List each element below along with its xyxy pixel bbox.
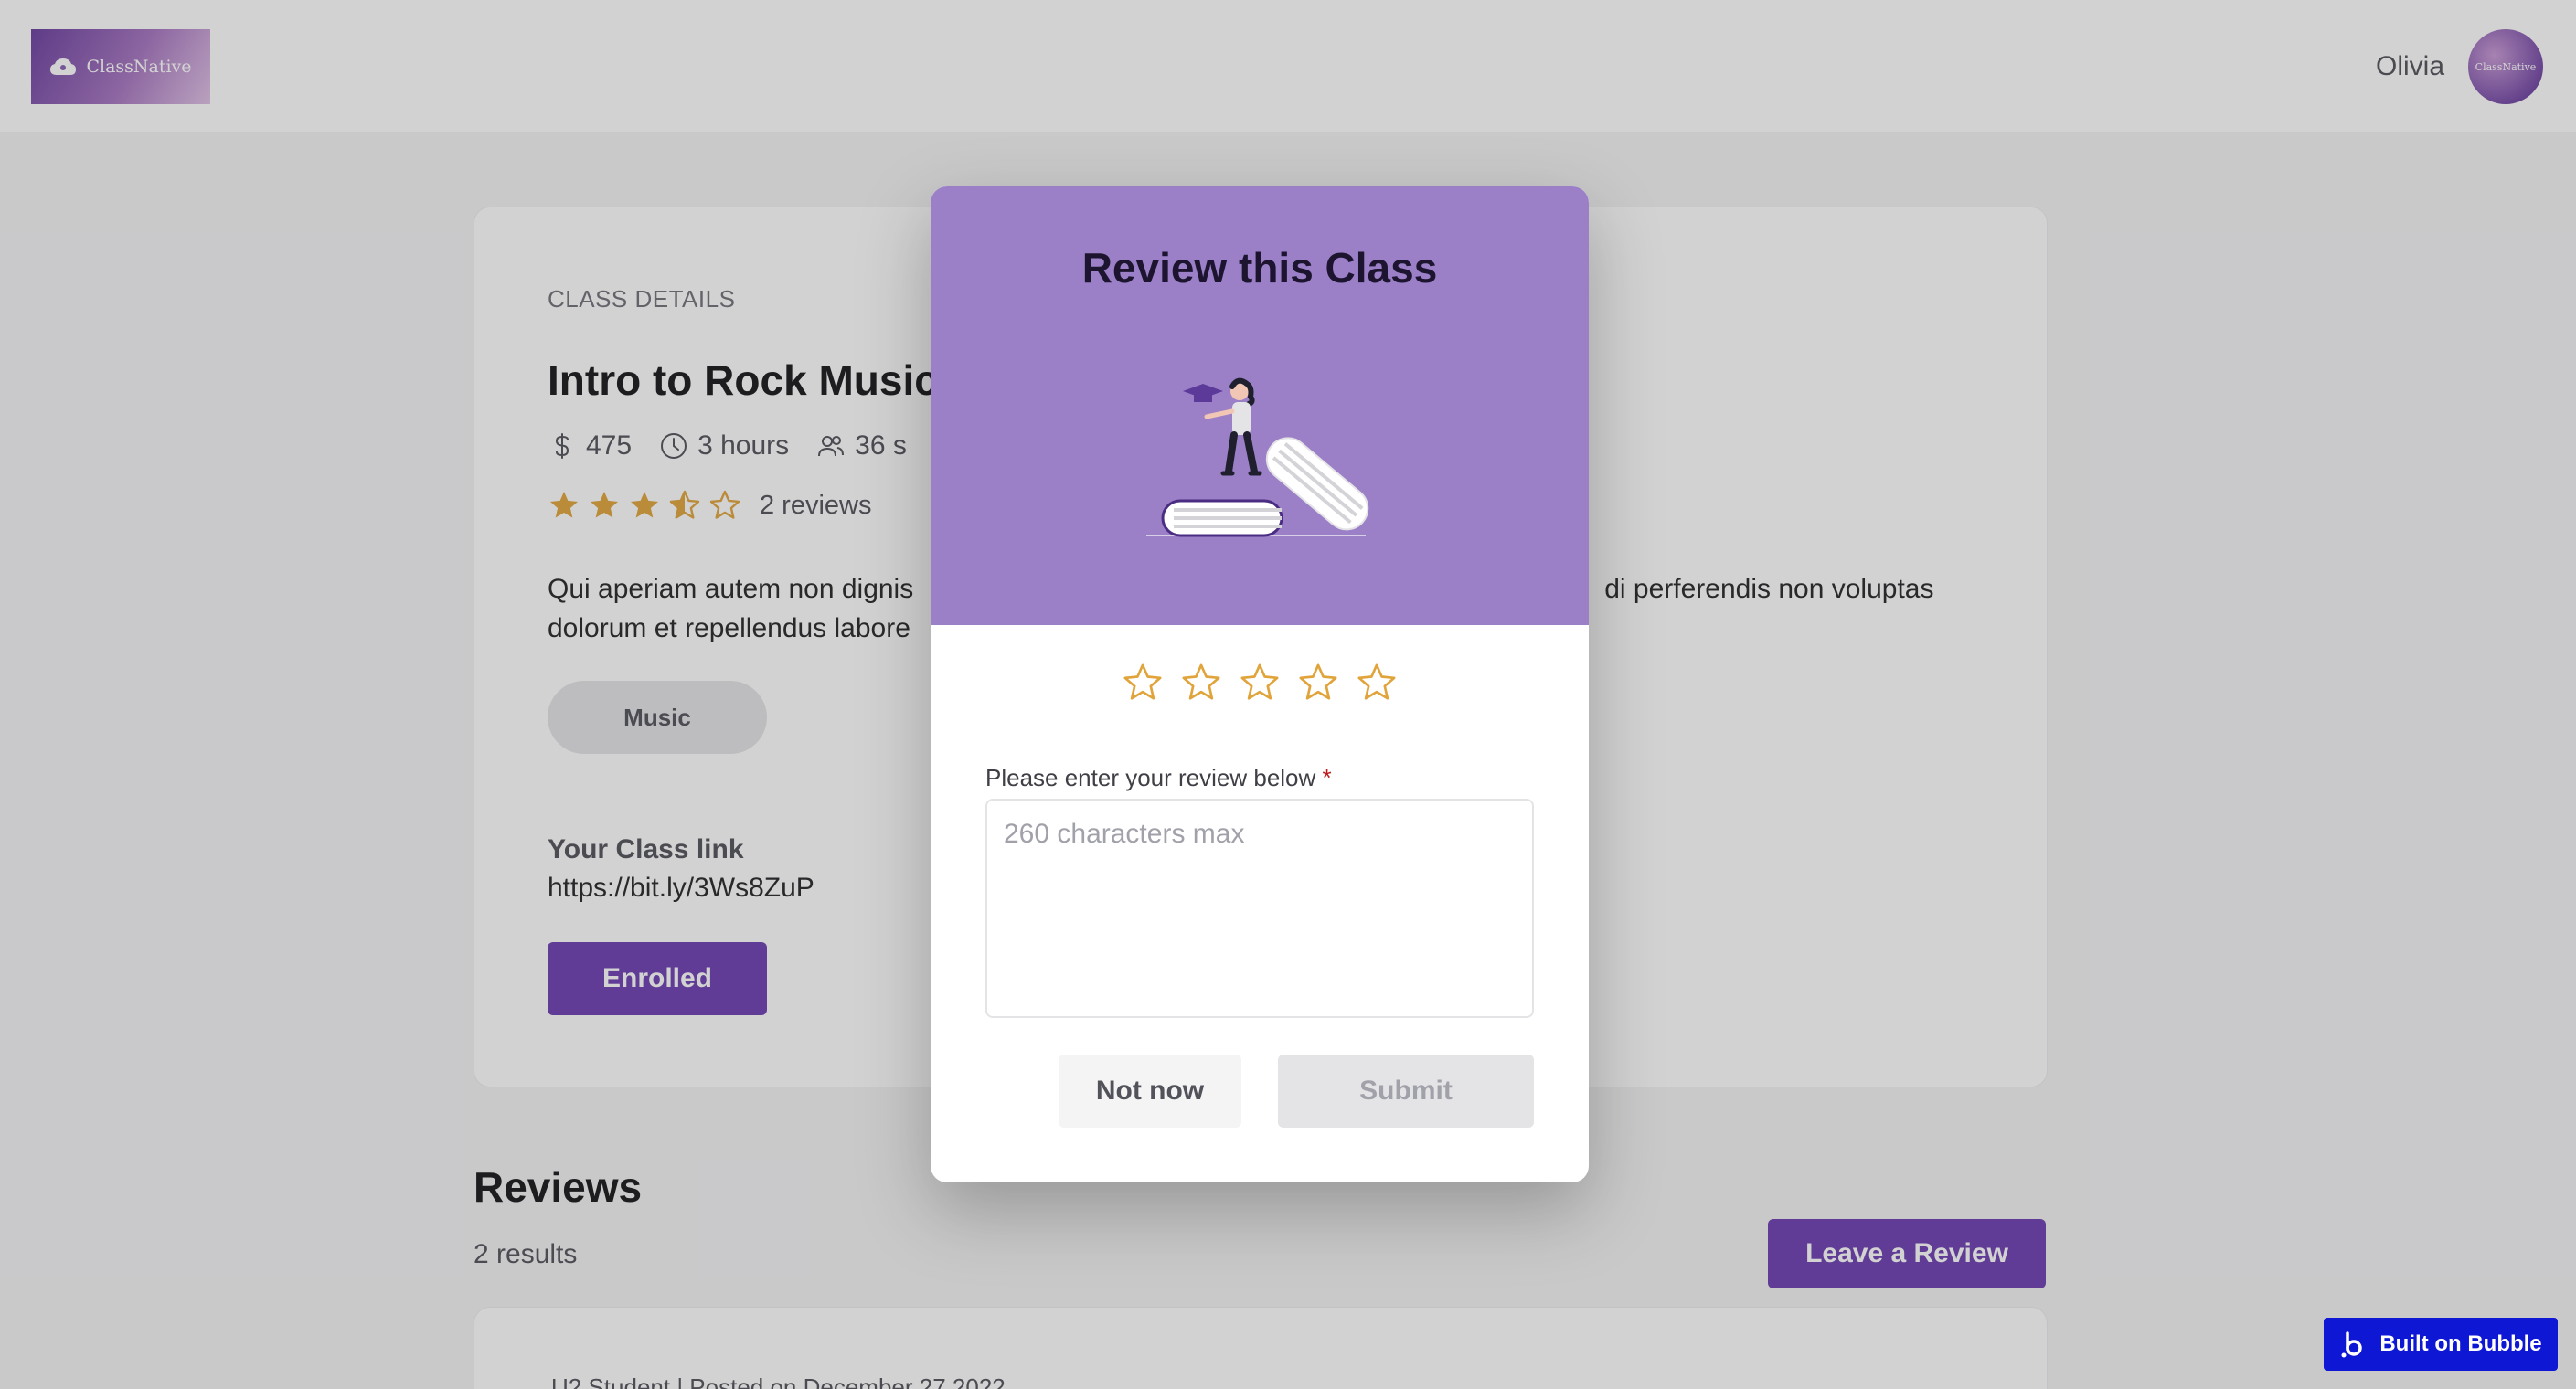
star-5-icon[interactable]: [1356, 662, 1398, 704]
review-field-label: Please enter your review below *: [985, 764, 1332, 792]
bubble-logo-icon: [2341, 1331, 2363, 1358]
required-mark: *: [1322, 764, 1332, 791]
star-4-icon[interactable]: [1297, 662, 1339, 704]
star-3-icon[interactable]: [1239, 662, 1281, 704]
not-now-button[interactable]: Not now: [1059, 1055, 1241, 1128]
review-textarea[interactable]: [985, 799, 1534, 1018]
submit-button[interactable]: Submit: [1278, 1055, 1534, 1128]
review-field-label-text: Please enter your review below: [985, 764, 1316, 791]
modal-title: Review this Class: [1081, 244, 1438, 292]
badge-label: Built on Bubble: [2379, 1331, 2542, 1356]
star-2-icon[interactable]: [1180, 662, 1222, 704]
modal-header: Review this Class: [931, 186, 1589, 625]
built-on-bubble-badge[interactable]: Built on Bubble: [2324, 1318, 2558, 1371]
star-rating-input[interactable]: [931, 662, 1589, 704]
student-books-illustration: [1146, 377, 1369, 537]
star-1-icon[interactable]: [1122, 662, 1164, 704]
review-modal: Review this Class Please enter your revi…: [931, 186, 1589, 1182]
